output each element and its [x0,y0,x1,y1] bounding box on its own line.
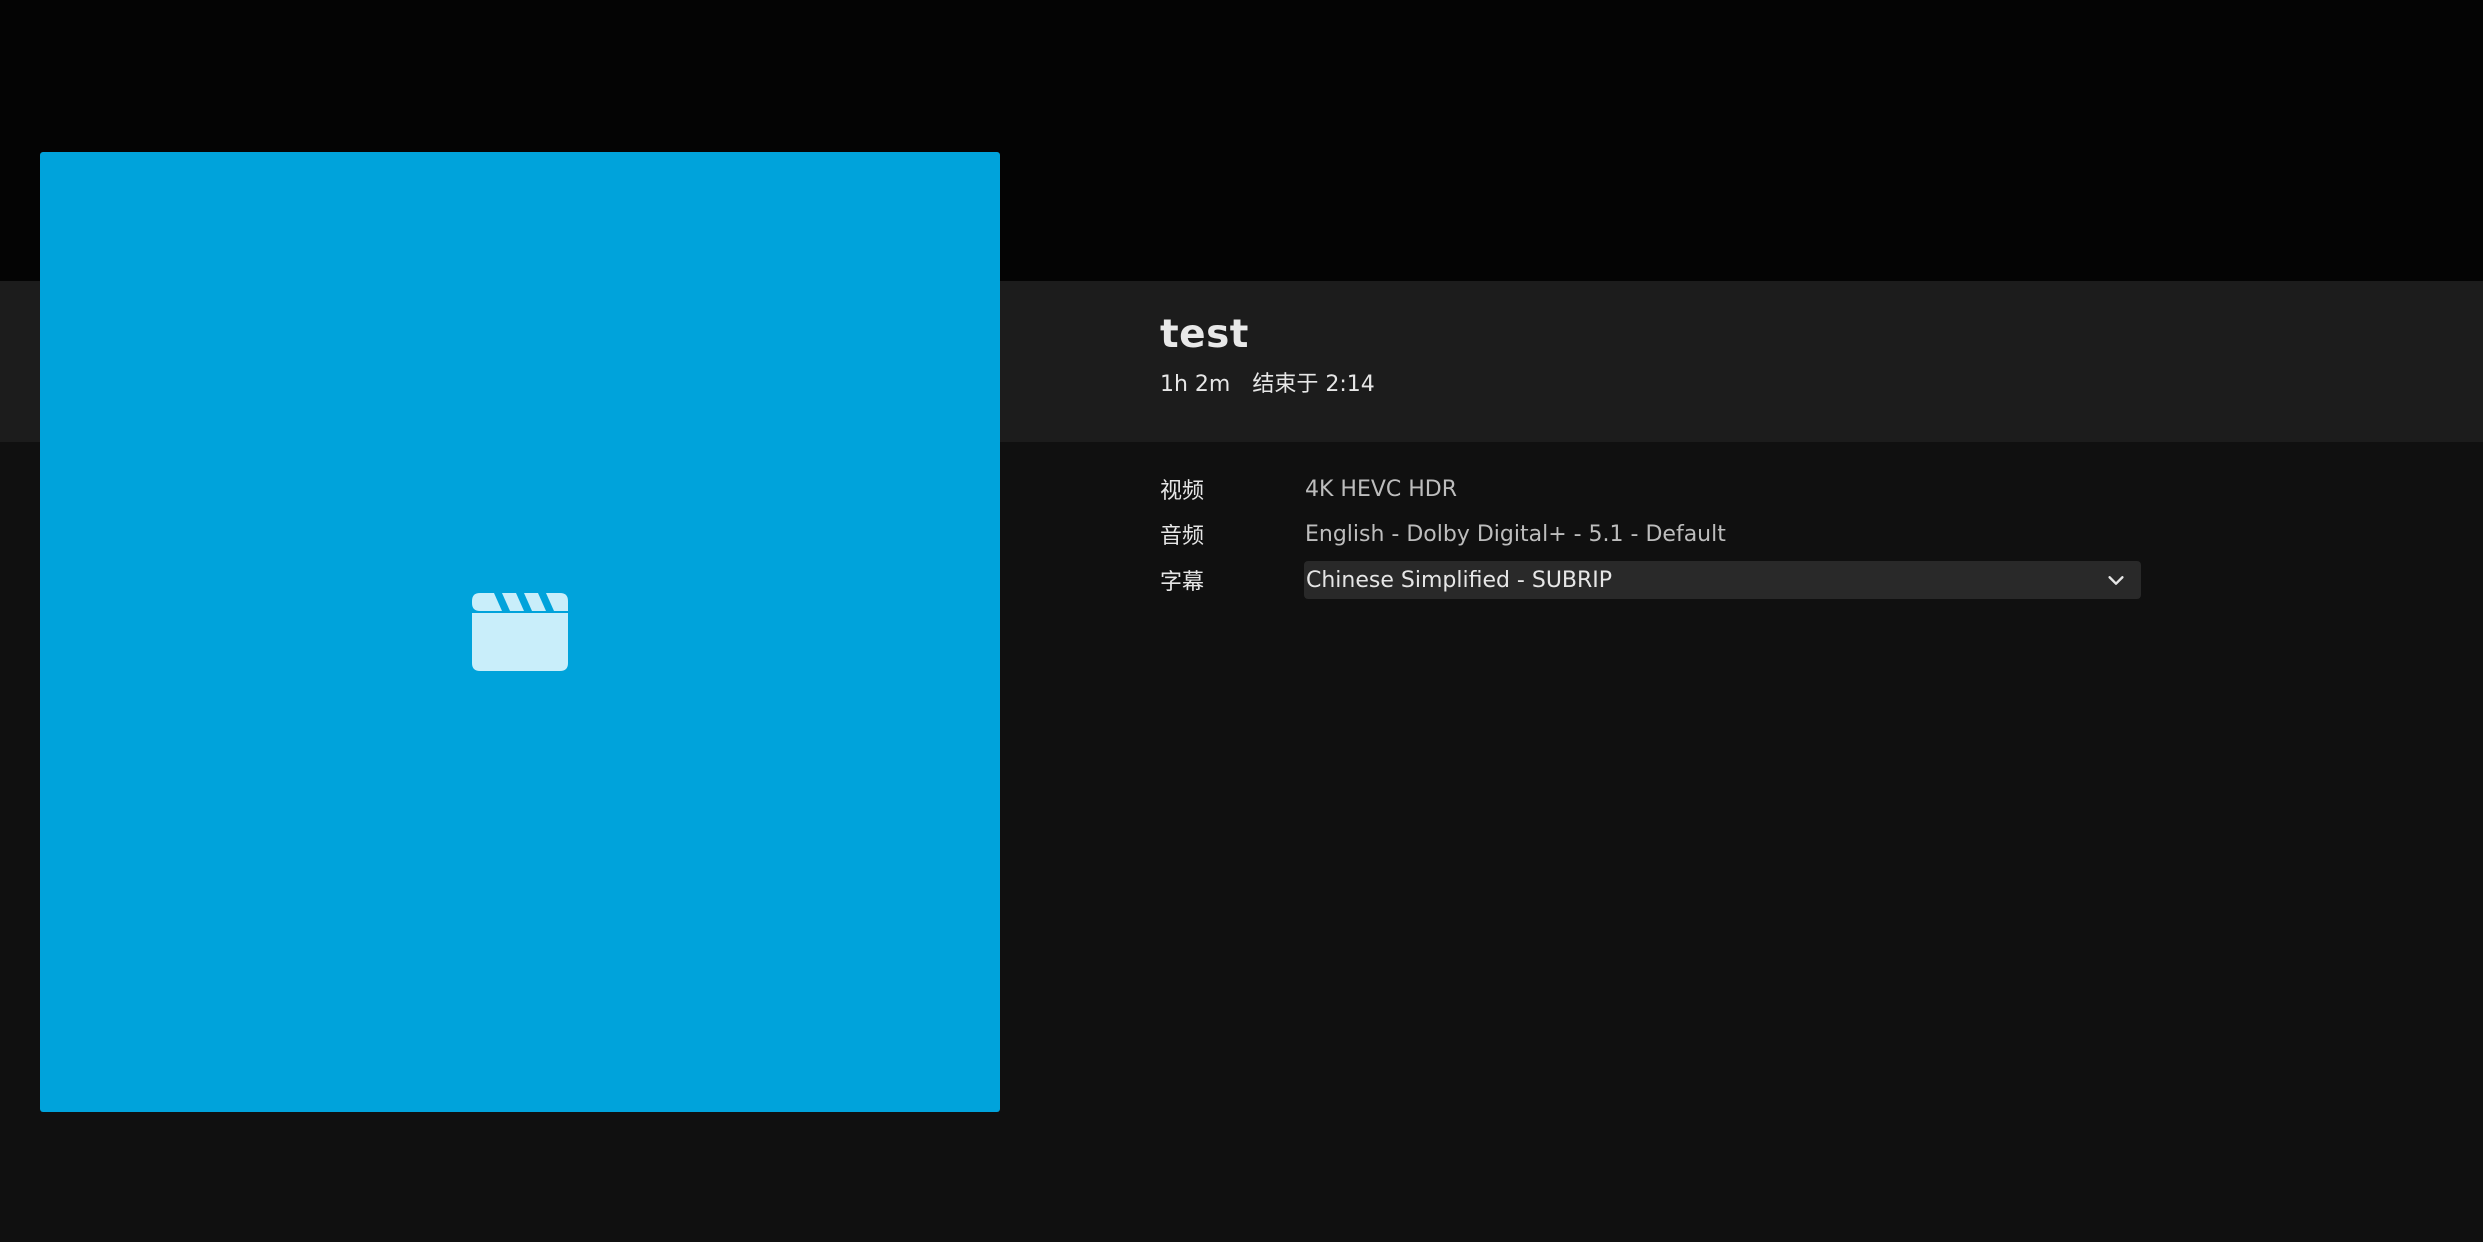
video-label: 视频 [1160,479,1205,504]
audio-label: 音频 [1160,524,1205,549]
clapperboard-icon [472,593,568,671]
end-time-text: 结束于 2:14 [1252,372,1375,397]
item-meta: 1h 2m 结束于 2:14 [1160,366,1375,398]
audio-info-row: 音频 English - Dolby Digital+ - 5.1 - Defa… [1160,515,1726,553]
video-info-row: 视频 4K HEVC HDR [1160,470,1457,508]
subtitle-info-row: 字幕 [1160,561,1305,599]
poster-card[interactable] [40,152,1000,1112]
audio-value: English - Dolby Digital+ - 5.1 - Default [1305,521,1726,547]
subtitle-select[interactable]: Chinese Simplified - SUBRIP [1304,561,2141,599]
subtitle-selected-value: Chinese Simplified - SUBRIP [1306,567,1613,593]
chevron-down-icon [2108,576,2124,585]
item-title: test [1160,312,1249,357]
runtime-text: 1h 2m [1160,372,1231,397]
subtitle-label: 字幕 [1160,570,1205,595]
video-value: 4K HEVC HDR [1305,476,1458,502]
